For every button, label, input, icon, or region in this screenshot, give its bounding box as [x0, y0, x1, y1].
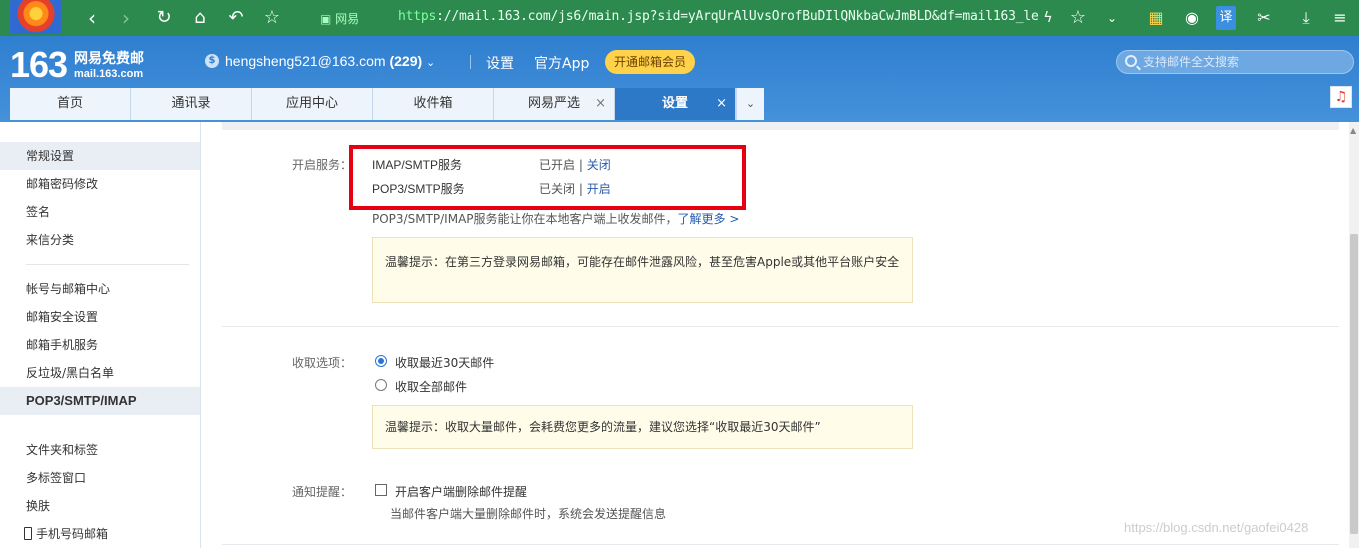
receive-label: 收取选项：	[292, 356, 353, 370]
tab-contacts[interactable]: 通讯录	[131, 88, 252, 120]
search-input[interactable]	[1143, 54, 1343, 70]
scissors-icon[interactable]: ✂	[1252, 6, 1276, 30]
secure-site-icon: ▣ 网易	[320, 12, 360, 26]
settings-link[interactable]: 设置	[486, 53, 514, 73]
sidebar-item-label: 手机号码邮箱	[36, 527, 109, 541]
music-note-icon[interactable]: ♫	[1330, 86, 1352, 108]
tab-app-center[interactable]: 应用中心	[252, 88, 373, 120]
service-label: 开启服务：	[292, 158, 353, 172]
globe-icon[interactable]: ◉	[1180, 6, 1204, 30]
close-icon[interactable]: ×	[716, 88, 727, 120]
apps-grid-icon[interactable]: ▦	[1144, 6, 1168, 30]
url-scheme: https	[398, 9, 437, 24]
section-divider	[222, 326, 1339, 327]
tab-label: 应用中心	[285, 96, 338, 111]
undo-close-icon[interactable]: ↶	[224, 6, 248, 30]
address-bar[interactable]: ▣ 网易 https://mail.163.com/js6/main.jsp?s…	[306, 6, 1038, 30]
service-description: POP3/SMTP/IMAP服务能让你在本地客户端上收发邮件，了解更多 >	[372, 210, 739, 227]
sidebar-item-security[interactable]: 邮箱安全设置	[0, 303, 200, 331]
unread-count: (229)	[389, 53, 423, 69]
search-icon	[1125, 55, 1137, 67]
tab-overflow-button[interactable]: ⌄	[736, 88, 764, 120]
flower-avatar-icon[interactable]	[10, 0, 62, 34]
back-icon[interactable]: ‹	[80, 6, 104, 30]
tab-label: 设置	[661, 96, 688, 111]
sidebar-item-mobile-service[interactable]: 邮箱手机服务	[0, 331, 200, 359]
browser-toolbar: ‹ › ↻ ⌂ ↶ ☆ ▣ 网易 https://mail.163.com/js…	[0, 0, 1359, 36]
tab-settings[interactable]: 设置 ×	[615, 88, 736, 120]
sidebar-item-general[interactable]: 常规设置	[0, 142, 200, 170]
url-path: ://mail.163.com/js6/main.jsp?sid=yArqUrA…	[436, 9, 1038, 24]
sidebar-item-account-center[interactable]: 帐号与邮箱中心	[0, 275, 200, 303]
download-icon[interactable]: ⤓	[1294, 6, 1318, 30]
receive-30-days-radio[interactable]	[375, 355, 387, 367]
learn-more-link[interactable]: 了解更多 >	[678, 212, 740, 226]
highlight-box	[349, 145, 746, 210]
official-app-link[interactable]: 官方App	[534, 53, 589, 73]
home-icon[interactable]: ⌂	[188, 6, 212, 30]
sidebar-item-skin[interactable]: 换肤	[0, 492, 200, 520]
delete-reminder-label: 开启客户端删除邮件提醒	[395, 485, 528, 499]
sidebar-item-multi-tab[interactable]: 多标签窗口	[0, 464, 200, 492]
sidebar-item-password[interactable]: 邮箱密码修改	[0, 170, 200, 198]
receive-all-radio[interactable]	[375, 379, 387, 391]
chevron-down-icon[interactable]: ⌄	[1100, 6, 1124, 30]
sidebar-item-folders-labels[interactable]: 文件夹和标签	[0, 436, 200, 464]
vip-membership-button[interactable]: 开通邮箱会员	[605, 50, 695, 74]
watermark: https://blog.csdn.net/gaofei0428	[1124, 520, 1309, 535]
notify-label: 通知提醒：	[292, 485, 353, 499]
menu-icon[interactable]: ≡	[1328, 6, 1352, 30]
sidebar-item-pop3-smtp-imap[interactable]: POP3/SMTP/IMAP	[0, 387, 200, 415]
chevron-down-icon: ⌄	[426, 57, 436, 69]
url-text[interactable]: https://mail.163.com/js6/main.jsp?sid=yA…	[398, 9, 1038, 24]
speed-mode-icon[interactable]: ϟ	[1036, 6, 1060, 30]
receive-all-label: 收取全部邮件	[395, 380, 468, 394]
security-tip: 温馨提示：在第三方登录网易邮箱，可能存在邮件泄露风险，甚至危害Apple或其他平…	[372, 237, 913, 303]
phone-icon	[24, 527, 32, 540]
user-email: hengsheng521@163.com	[225, 53, 386, 69]
tab-home[interactable]: 首页	[10, 88, 131, 120]
mail-header: 163 网易免费邮 mail.163.com $ hengsheng521@16…	[0, 36, 1359, 122]
logo-number: 163	[10, 44, 68, 85]
chevron-down-icon: ⌄	[745, 97, 756, 110]
forward-icon[interactable]: ›	[114, 6, 138, 30]
tab-label: 通讯录	[171, 96, 211, 111]
header-divider	[470, 55, 471, 69]
sidebar-item-signature[interactable]: 签名	[0, 198, 200, 226]
tab-label: 收件箱	[413, 96, 453, 111]
logo-domain: mail.163.com	[74, 68, 144, 80]
refresh-icon[interactable]: ↻	[152, 6, 176, 30]
page-scrollbar[interactable]: ▲	[1349, 122, 1359, 548]
traffic-tip: 温馨提示：收取大量邮件，会耗费您更多的流量，建议您选择“收取最近30天邮件”	[372, 405, 913, 449]
favorite-star-icon[interactable]: ☆	[260, 6, 284, 30]
sidebar-item-antispam[interactable]: 反垃圾/黑白名单	[0, 359, 200, 387]
tab-inbox[interactable]: 收件箱	[373, 88, 494, 120]
translate-icon[interactable]: 译	[1216, 6, 1236, 30]
bookmark-star-icon[interactable]: ☆	[1066, 6, 1090, 30]
scroll-thumb[interactable]	[1350, 234, 1358, 534]
tab-label: 网易严选	[527, 96, 580, 111]
tab-bar: 首页 通讯录 应用中心 收件箱 网易严选 × 设置 × ⌄	[10, 88, 764, 120]
tab-label: 首页	[56, 96, 83, 111]
delete-reminder-note: 当邮件客户端大量删除邮件时，系统会发送提醒信息	[390, 507, 667, 521]
delete-reminder-checkbox[interactable]	[375, 484, 387, 496]
sidebar-item-phone-mailbox[interactable]: 手机号码邮箱	[0, 520, 200, 548]
logo-name: 网易免费邮	[74, 51, 144, 67]
scroll-up-icon[interactable]: ▲	[1350, 126, 1356, 135]
search-box[interactable]	[1116, 50, 1354, 74]
user-account-menu[interactable]: hengsheng521@163.com (229) ⌄	[225, 53, 435, 69]
content-top-strip	[222, 122, 1339, 130]
tab-yanxuan[interactable]: 网易严选 ×	[494, 88, 615, 120]
sidebar-item-filters[interactable]: 来信分类	[0, 226, 200, 254]
service-description-text: POP3/SMTP/IMAP服务能让你在本地客户端上收发邮件，	[372, 212, 678, 226]
coin-icon: $	[205, 54, 219, 68]
settings-content: 开启服务： IMAP/SMTP服务 已开启 | 关闭 POP3/SMTP服务 已…	[222, 122, 1339, 548]
secure-site-label: 网易	[335, 12, 360, 26]
section-divider	[222, 544, 1339, 545]
close-icon[interactable]: ×	[595, 88, 606, 120]
settings-sidebar: 常规设置 邮箱密码修改 签名 来信分类 帐号与邮箱中心 邮箱安全设置 邮箱手机服…	[0, 122, 201, 548]
sidebar-divider	[26, 264, 189, 265]
receive-30-days-label: 收取最近30天邮件	[395, 356, 495, 370]
